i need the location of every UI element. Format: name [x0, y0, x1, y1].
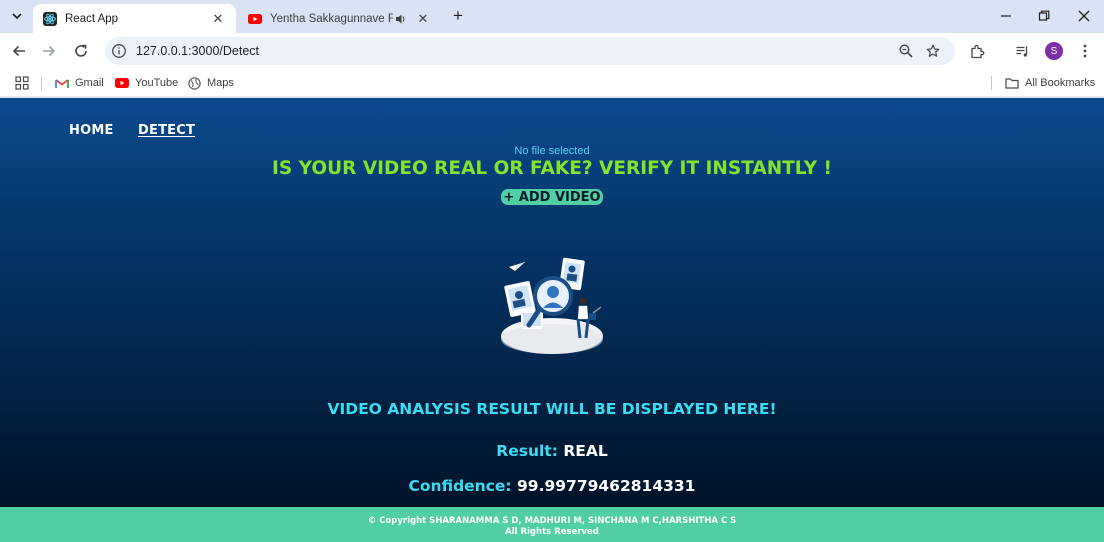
add-video-label: + ADD VIDEO — [503, 190, 601, 205]
forward-arrow-icon — [43, 45, 56, 57]
reload-icon — [75, 44, 87, 57]
url-text: 127.0.0.1:3000/Detect — [136, 44, 260, 58]
result-heading: VIDEO ANALYSIS RESULT WILL BE DISPLAYED … — [327, 400, 777, 418]
app-page: HOME DETECT No file selected IS YOUR VID… — [0, 98, 1104, 542]
bookmark-star-icon[interactable] — [924, 42, 942, 60]
tab-youtube[interactable]: Yentha Sakkagunnave Full V ✕ — [238, 4, 441, 33]
minimize-button[interactable] — [995, 6, 1017, 26]
chevron-down-icon — [12, 13, 22, 20]
bookmarks-bar: Gmail YouTube Maps All Bookmarks — [0, 69, 1104, 97]
video-verification-illustration — [501, 257, 603, 354]
restore-button[interactable] — [1033, 6, 1055, 26]
speaker-icon[interactable] — [393, 11, 409, 27]
reload-button[interactable] — [70, 40, 92, 62]
tab-title: Yentha Sakkagunnave Full V — [270, 12, 393, 25]
folder-icon — [1005, 76, 1019, 90]
youtube-icon — [115, 76, 129, 90]
apps-grid-icon — [15, 76, 29, 90]
page-footer: © Copyright SHARANAMMA S D, MADHURI M, S… — [0, 507, 1104, 542]
bookmark-maps[interactable]: Maps — [187, 74, 234, 92]
nav-home-link[interactable]: HOME — [69, 123, 114, 138]
result-line: Result: REAL — [0, 442, 1104, 460]
close-window-button[interactable] — [1073, 6, 1095, 26]
site-info-icon[interactable] — [111, 43, 127, 59]
back-button[interactable] — [8, 40, 30, 62]
bookmark-gmail[interactable]: Gmail — [55, 74, 104, 92]
tab-strip: React App ✕ Yentha Sakkagunnave Full V ✕… — [0, 0, 1104, 33]
maps-icon — [187, 76, 201, 90]
bookmark-label: YouTube — [135, 77, 179, 89]
tab-react-app[interactable]: React App ✕ — [33, 4, 236, 33]
page-headline: IS YOUR VIDEO REAL OR FAKE? VERIFY IT IN… — [272, 158, 832, 179]
bookmark-separator — [41, 76, 42, 90]
rights-text: All Rights Reserved — [505, 527, 599, 537]
all-bookmarks-button[interactable]: All Bookmarks — [1005, 74, 1095, 92]
address-bar[interactable]: 127.0.0.1:3000/Detect — [105, 37, 955, 65]
browser-toolbar: 127.0.0.1:3000/Detect S — [0, 33, 1104, 69]
forward-button[interactable] — [38, 40, 60, 62]
add-video-button[interactable]: + ADD VIDEO — [501, 189, 603, 205]
tab-title: React App — [65, 12, 119, 25]
close-tab-icon[interactable]: ✕ — [415, 11, 431, 27]
profile-avatar[interactable]: S — [1045, 42, 1063, 60]
back-arrow-icon — [12, 45, 25, 57]
bookmark-label: Maps — [207, 77, 234, 89]
nav-detect-link[interactable]: DETECT — [138, 123, 195, 138]
close-icon — [1078, 10, 1090, 22]
all-bookmarks-label: All Bookmarks — [1025, 77, 1096, 89]
tab-search-button[interactable] — [6, 5, 28, 27]
bookmark-label: Gmail — [75, 77, 104, 89]
react-icon — [43, 11, 57, 26]
bookmark-youtube[interactable]: YouTube — [115, 74, 178, 92]
gmail-icon — [55, 76, 69, 90]
result-value: REAL — [563, 442, 608, 460]
zoom-icon[interactable] — [897, 42, 915, 60]
restore-icon — [1038, 10, 1050, 21]
bookmark-separator — [991, 76, 992, 90]
minimize-icon — [1001, 15, 1011, 17]
result-label: Result: — [496, 442, 558, 460]
apps-button[interactable] — [15, 74, 29, 92]
file-status-text: No file selected — [514, 145, 590, 157]
confidence-label: Confidence: — [408, 477, 512, 495]
close-tab-icon[interactable]: ✕ — [210, 11, 226, 27]
media-control-icon[interactable] — [1012, 41, 1032, 61]
youtube-icon — [248, 12, 262, 26]
confidence-line: Confidence: 99.99779462814331 — [0, 477, 1104, 495]
menu-icon[interactable] — [1075, 41, 1095, 61]
extensions-icon[interactable] — [967, 41, 987, 61]
copyright-text: © Copyright SHARANAMMA S D, MADHURI M, S… — [367, 516, 737, 526]
new-tab-button[interactable]: + — [448, 6, 468, 26]
confidence-value: 99.99779462814331 — [517, 477, 696, 495]
